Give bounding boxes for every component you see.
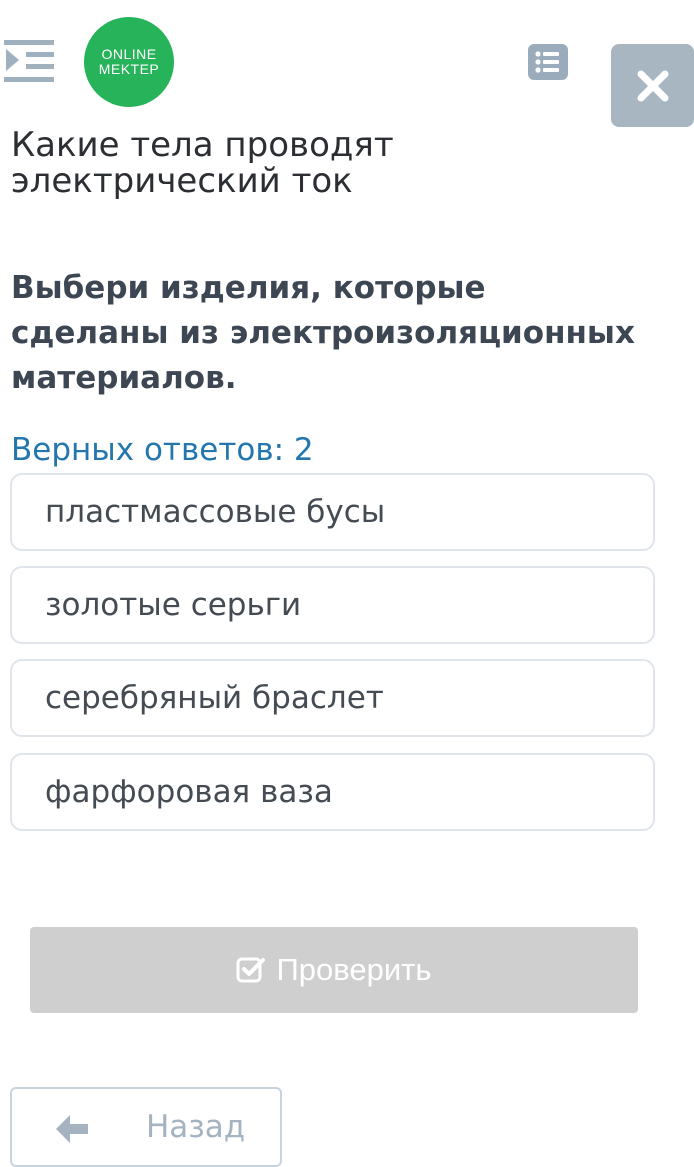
indent-menu-icon[interactable] [4, 36, 56, 88]
logo-line-1: ONLINE [101, 46, 157, 62]
back-button[interactable]: Назад [10, 1087, 282, 1167]
answer-option[interactable]: серебряный браслет [10, 659, 655, 737]
check-button[interactable]: Проверить [30, 927, 638, 1013]
top-bar: ONLINE MEKTEP [0, 0, 694, 127]
question-title: Какие тела проводят электрический ток [11, 125, 394, 201]
answer-option[interactable]: золотые серьги [10, 566, 655, 644]
answer-option[interactable]: фарфоровая ваза [10, 753, 655, 831]
correct-answers-count: Верных ответов: 2 [11, 432, 314, 468]
check-square-icon [236, 957, 266, 983]
task-text: Выбери изделия, которые сделаны из элект… [11, 270, 635, 396]
check-button-label: Проверить [276, 952, 432, 987]
close-button[interactable] [611, 44, 694, 127]
answer-option[interactable]: пластмассовые бусы [10, 473, 655, 551]
close-icon [637, 70, 668, 101]
list-button[interactable] [528, 44, 568, 80]
logo-line-2: MEKTEP [98, 61, 160, 77]
online-mektep-logo[interactable]: ONLINE MEKTEP [84, 17, 174, 107]
list-icon [535, 51, 559, 73]
arrow-left-icon [56, 1115, 88, 1143]
